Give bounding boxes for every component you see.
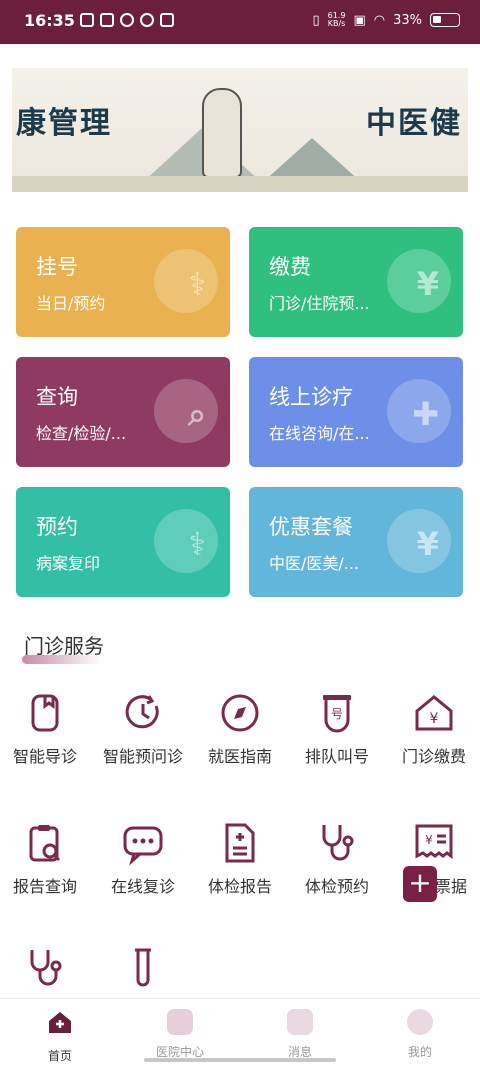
yuan-box-icon: ¥	[416, 525, 439, 563]
tab-label: 首页	[47, 1049, 72, 1063]
card-packages[interactable]: ¥ 优惠套餐 中医/医美/...	[249, 487, 463, 597]
banner-ground	[12, 176, 468, 192]
document-plus-icon	[225, 823, 255, 863]
stethoscope-icon: ⚕	[188, 265, 206, 303]
service-label: 在线复诊	[110, 877, 175, 896]
tab-profile[interactable]: 我的	[380, 1009, 460, 1060]
bottom-tab-bar: 首页 医院中心 消息 我的	[0, 998, 480, 1066]
service-smart-guide[interactable]: 智能导诊	[0, 690, 93, 767]
status-right: ▯ 61.9 KB/s ▣ ◠ 33%	[312, 12, 460, 28]
profile-icon	[407, 1009, 433, 1035]
service-label: 就医指南	[207, 747, 272, 766]
card-appointment[interactable]: ⚕ 预约 病案复印	[16, 487, 230, 597]
card-online-consult[interactable]: ✚ 线上诊疗 在线咨询/在...	[249, 357, 463, 467]
card-title: 挂号	[36, 255, 78, 279]
service-extra-2[interactable]	[95, 945, 191, 995]
battery-icon	[430, 13, 460, 27]
service-extra-1[interactable]	[0, 945, 93, 995]
compass-icon	[221, 694, 259, 732]
card-subtitle: 当日/预约	[36, 294, 106, 313]
service-label: 门诊缴费	[401, 747, 466, 766]
card-deco-circle	[154, 249, 218, 313]
banner-right-text: 中医健	[366, 106, 462, 141]
service-label: 智能导诊	[12, 747, 77, 766]
battery-percent: 33%	[393, 12, 422, 28]
tab-home[interactable]: 首页	[20, 1009, 100, 1064]
qq-icon	[120, 13, 134, 27]
card-subtitle: 在线咨询/在...	[269, 424, 370, 443]
service-pre-consult[interactable]: 智能预问诊	[95, 690, 191, 767]
card-query[interactable]: ⌕ 查询 检查/检验/...	[16, 357, 230, 467]
banner-image[interactable]: 康管理 中医健	[12, 68, 468, 192]
svg-text:号: 号	[331, 707, 343, 721]
stethoscope-icon	[322, 825, 354, 861]
queue-number-icon: 号	[323, 695, 351, 733]
wifi-icon: ◠	[373, 12, 386, 28]
card-title: 优惠套餐	[269, 515, 353, 539]
service-label-text: 票据	[434, 877, 467, 896]
card-title: 线上诊疗	[269, 385, 353, 409]
status-bar: 16:35 ▯ 61.9 KB/s ▣ ◠ 33%	[0, 0, 480, 44]
card-register[interactable]: ⚕ 挂号 当日/预约	[16, 227, 230, 337]
tab-hospital-center[interactable]: 医院中心	[140, 1009, 220, 1060]
section-title: 门诊服务	[24, 634, 104, 658]
yuan-house-icon: ¥	[416, 265, 439, 303]
card-subtitle: 病案复印	[36, 554, 101, 573]
service-outpatient-pay[interactable]: ¥ 门诊缴费	[386, 690, 480, 767]
yuan-house-icon: ¥	[415, 695, 453, 731]
heart-hand-icon: ✚	[412, 395, 439, 433]
wechat-icon	[140, 13, 154, 27]
stethoscope-icon: ⚕	[188, 525, 206, 563]
service-report-query[interactable]: 报告查询	[0, 820, 93, 897]
service-label: 报告查询	[12, 877, 77, 896]
clipboard-search-icon: ⌕	[188, 395, 206, 433]
gallery-app-icon	[100, 13, 114, 27]
service-label: 排队叫号	[304, 747, 369, 766]
card-subtitle: 门诊/住院预...	[269, 294, 370, 313]
status-time: 16:35	[24, 11, 75, 30]
network-speed: 61.9 KB/s	[328, 12, 346, 28]
test-tube-icon	[135, 948, 151, 987]
guide-icon	[31, 694, 59, 732]
tab-messages[interactable]: 消息	[260, 1009, 340, 1060]
home-indicator[interactable]	[144, 1058, 336, 1062]
floating-add-button[interactable]: +	[403, 866, 437, 902]
speed-unit: KB/s	[327, 19, 346, 28]
report-search-icon	[29, 825, 61, 862]
service-online-revisit[interactable]: 在线复诊	[95, 820, 191, 897]
message-icon	[287, 1009, 313, 1035]
sim-icon: ▣	[353, 12, 366, 28]
music-app-icon	[80, 13, 94, 27]
card-payment[interactable]: ¥ 缴费 门诊/住院预...	[249, 227, 463, 337]
chat-icon	[123, 826, 163, 866]
service-label: 体检预约	[304, 877, 369, 896]
card-subtitle: 检查/检验/...	[36, 424, 127, 443]
receipt-icon: ¥	[415, 824, 453, 859]
service-visit-guide[interactable]: 就医指南	[192, 690, 288, 767]
clock-icon	[125, 695, 159, 729]
card-title: 缴费	[269, 255, 311, 279]
service-queue[interactable]: 号 排队叫号	[289, 690, 385, 767]
vibrate-icon: ▯	[312, 12, 320, 28]
tab-label: 我的	[407, 1045, 432, 1059]
service-checkup-booking[interactable]: 体检预约	[289, 820, 385, 897]
service-checkup-report[interactable]: 体检报告	[192, 820, 288, 897]
service-label: 体检报告	[207, 877, 272, 896]
card-subtitle: 中医/医美/...	[269, 554, 360, 573]
mail-icon	[160, 13, 174, 27]
plus-icon: +	[408, 866, 432, 899]
card-deco-circle	[154, 509, 218, 573]
svg-text:¥: ¥	[425, 833, 433, 847]
card-title: 查询	[36, 385, 78, 409]
notification-icons	[80, 13, 174, 27]
home-icon	[49, 1012, 71, 1033]
card-deco-circle	[154, 379, 218, 443]
sage-figure-illustration	[202, 88, 242, 178]
svg-text:¥: ¥	[430, 711, 439, 727]
stethoscope-icon	[30, 950, 62, 986]
banner-left-text: 康管理	[16, 106, 112, 141]
card-title: 预约	[36, 515, 78, 539]
hospital-icon	[167, 1009, 193, 1035]
service-label: 智能预问诊	[103, 747, 184, 766]
